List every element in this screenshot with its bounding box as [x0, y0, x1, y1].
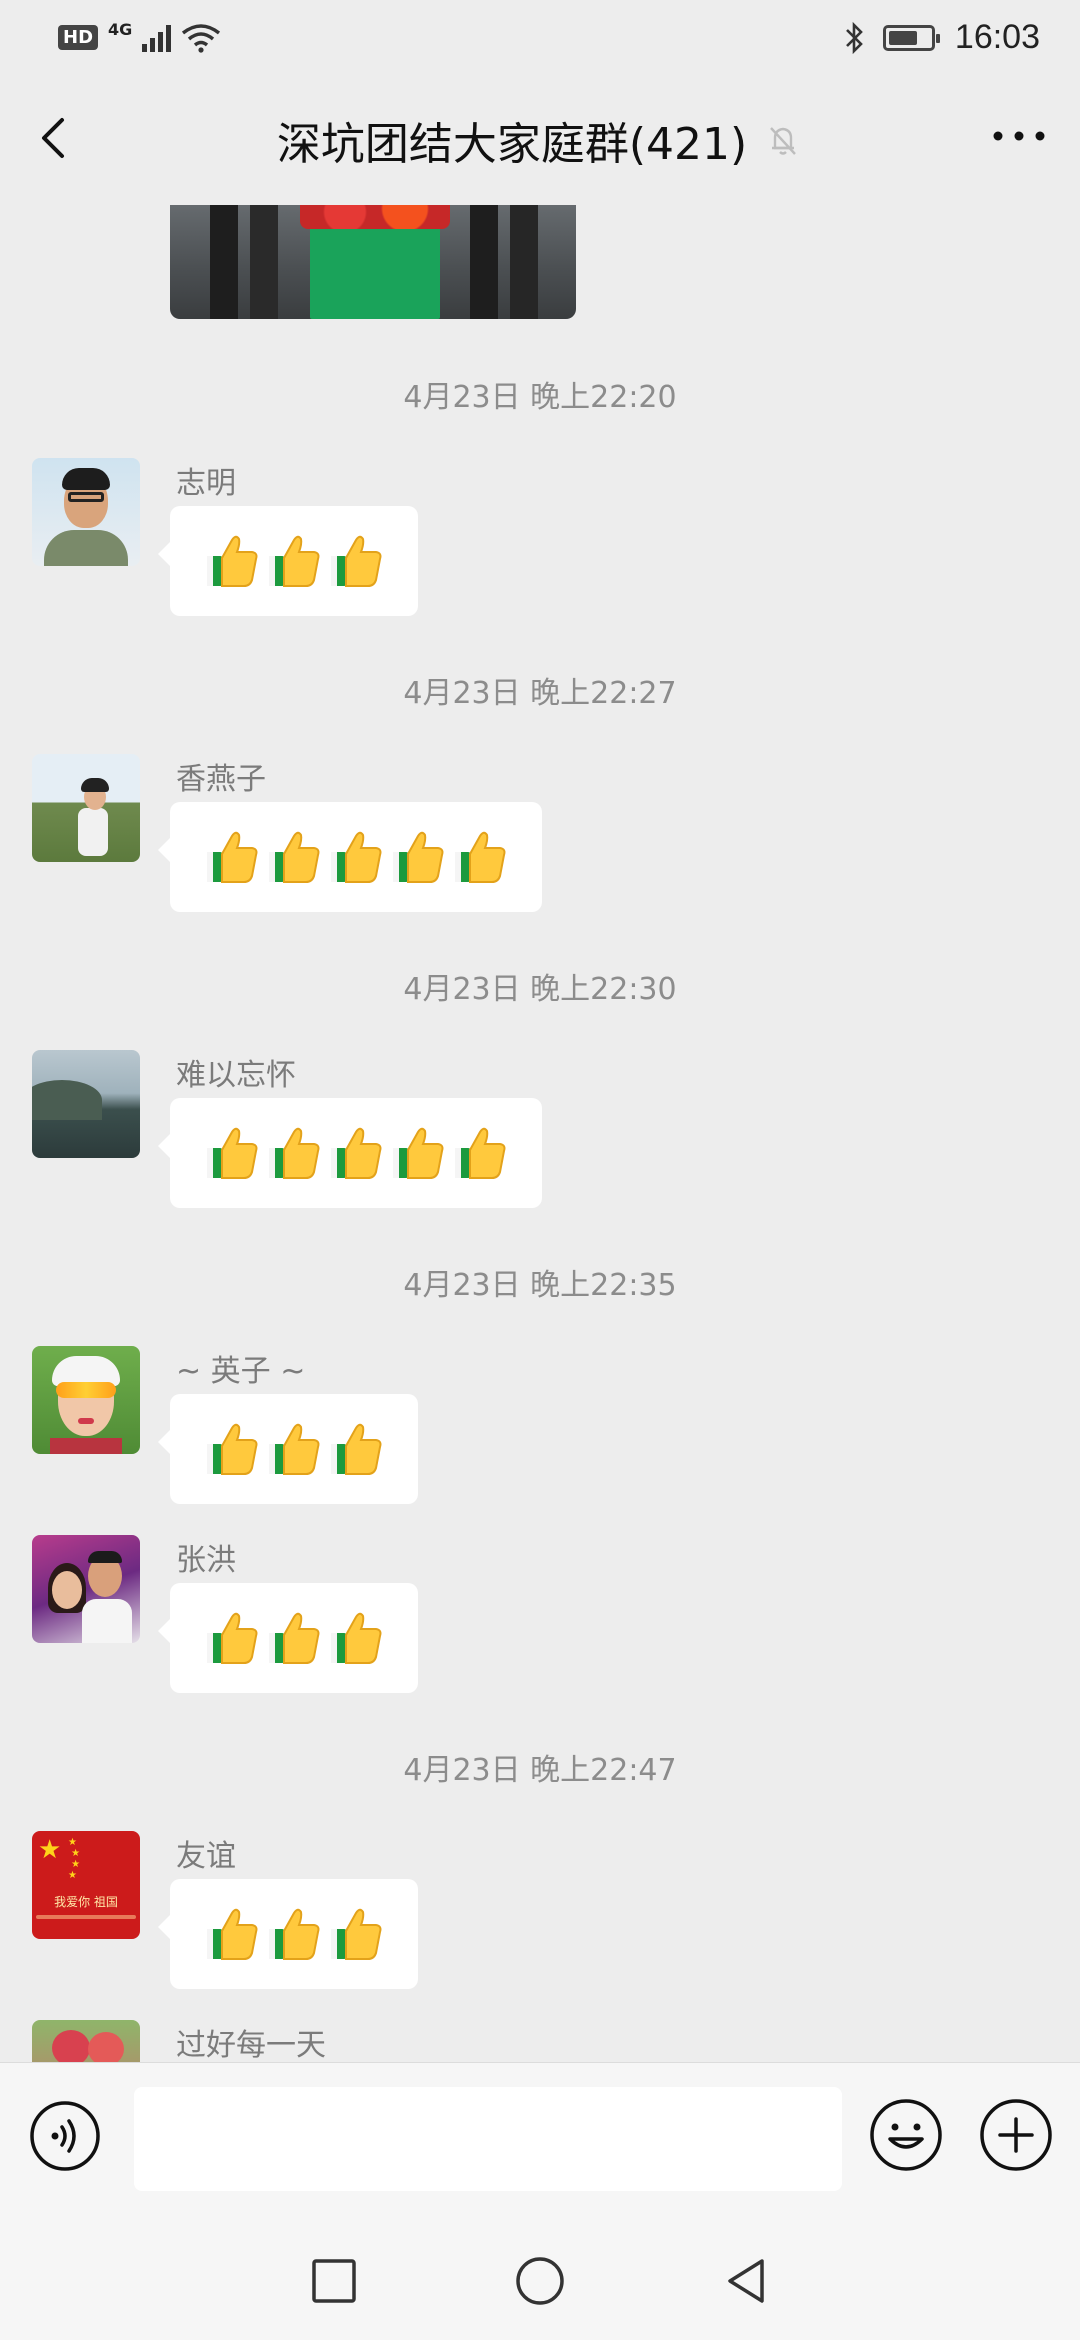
sender-name: 友谊: [176, 1839, 236, 1874]
status-time: 16:03: [954, 18, 1040, 56]
message-item: 志明: [0, 458, 1080, 616]
message-bubble[interactable]: [158, 506, 418, 616]
sender-name: ~ 英子 ~: [176, 1354, 306, 1389]
message-item: 张洪: [0, 1535, 1080, 1693]
battery-icon: [882, 24, 940, 51]
thumbs-up-icon: [269, 1908, 320, 1960]
message-item: 难以忘怀: [0, 1050, 1080, 1208]
status-right: 16:03: [843, 18, 1040, 57]
sender-name: 难以忘怀: [176, 1058, 296, 1093]
avatar[interactable]: [32, 1050, 140, 1158]
thumbs-up-icon: [331, 1612, 382, 1664]
thumbs-up-icon: [269, 1612, 320, 1664]
home-icon[interactable]: [512, 2253, 568, 2309]
message-item: 过好每一天: [0, 2020, 1080, 2062]
wifi-icon: [182, 23, 221, 53]
timestamp: 4月23日 晚上22:27: [403, 676, 677, 711]
avatar[interactable]: [32, 1346, 140, 1454]
sender-name: 过好每一天: [176, 2028, 326, 2062]
thumbs-up-icon: [207, 831, 258, 883]
plus-icon[interactable]: [978, 2097, 1054, 2173]
voice-icon[interactable]: [28, 2099, 102, 2173]
sender-name: 张洪: [176, 1543, 236, 1578]
timestamp: 4月23日 晚上22:47: [403, 1753, 677, 1788]
thumbs-up-icon: [207, 1127, 258, 1179]
chat-header: 深坑团结大家庭群(421): [0, 75, 1080, 205]
small-stars-icon: ★ ★ ★ ★: [68, 1837, 81, 1881]
thumbs-up-icon: [331, 1127, 382, 1179]
message-bubble[interactable]: [158, 1098, 542, 1208]
timestamp: 4月23日 晚上22:20: [403, 380, 677, 415]
avatar[interactable]: [32, 2020, 140, 2062]
avatar[interactable]: ★ ★ ★ ★ ★ 我爱你 祖国: [32, 1831, 140, 1939]
message-item: ★ ★ ★ ★ ★ 我爱你 祖国 友谊: [0, 1831, 1080, 1989]
chat-title: 深坑团结大家庭群(421): [276, 119, 748, 170]
timestamp: 4月23日 晚上22:30: [403, 972, 677, 1007]
chat-message-list[interactable]: 4月23日 晚上22:20 志明 4月23日 晚上22:27 香燕子 4月23日…: [0, 205, 1080, 2062]
thumbs-up-icon: [269, 1423, 320, 1475]
input-bar: [0, 2062, 1080, 2222]
thumbs-up-icon: [269, 831, 320, 883]
avatar[interactable]: [32, 1535, 140, 1643]
more-dots-icon[interactable]: [984, 111, 1054, 161]
sender-name: 香燕子: [176, 762, 266, 797]
thumbs-up-icon: [331, 831, 382, 883]
status-bar: HD 4G 16:03: [0, 0, 1080, 75]
thumbs-up-icon: [393, 1127, 444, 1179]
message-bubble[interactable]: [158, 802, 542, 912]
thumbs-up-icon: [455, 831, 506, 883]
avatar-caption: 我爱你 祖国: [54, 1895, 118, 1909]
thumbs-up-icon: [207, 535, 258, 587]
emoji-icon[interactable]: [868, 2097, 944, 2173]
timestamp: 4月23日 晚上22:35: [403, 1268, 677, 1303]
thumbs-up-icon: [269, 1127, 320, 1179]
signal-icon: [142, 24, 172, 52]
avatar[interactable]: [32, 458, 140, 566]
sender-name: 志明: [176, 466, 236, 501]
thumbs-up-icon: [207, 1612, 258, 1664]
message-item: 香燕子: [0, 754, 1080, 912]
bluetooth-icon: [845, 21, 863, 54]
thumbs-up-icon: [269, 535, 320, 587]
message-input[interactable]: [134, 2087, 842, 2191]
hd-badge: HD: [58, 25, 99, 50]
message-bubble[interactable]: [158, 1879, 418, 1989]
thumbs-up-icon: [207, 1423, 258, 1475]
thumbs-up-icon: [331, 1908, 382, 1960]
message-item: ~ 英子 ~: [0, 1346, 1080, 1504]
message-bubble[interactable]: [158, 1583, 418, 1693]
back-arrow-icon[interactable]: [26, 108, 86, 168]
system-navigation-bar: [0, 2222, 1080, 2340]
avatar[interactable]: [32, 754, 140, 862]
star-icon: ★: [38, 1835, 62, 1865]
status-left: HD 4G: [58, 20, 221, 53]
back-triangle-icon[interactable]: [718, 2253, 774, 2309]
title-group: 深坑团结大家庭群(421): [277, 108, 803, 172]
thumbs-up-icon: [455, 1127, 506, 1179]
thumbs-up-icon: [207, 1908, 258, 1960]
recent-apps-icon[interactable]: [306, 2253, 362, 2309]
message-bubble[interactable]: [158, 1394, 418, 1504]
network-label: 4G: [108, 20, 133, 39]
mute-bell-icon: [770, 127, 797, 155]
thumbs-up-icon: [393, 831, 444, 883]
thumbs-up-icon: [331, 1423, 382, 1475]
thumbs-up-icon: [331, 535, 382, 587]
image-message[interactable]: [170, 205, 576, 319]
